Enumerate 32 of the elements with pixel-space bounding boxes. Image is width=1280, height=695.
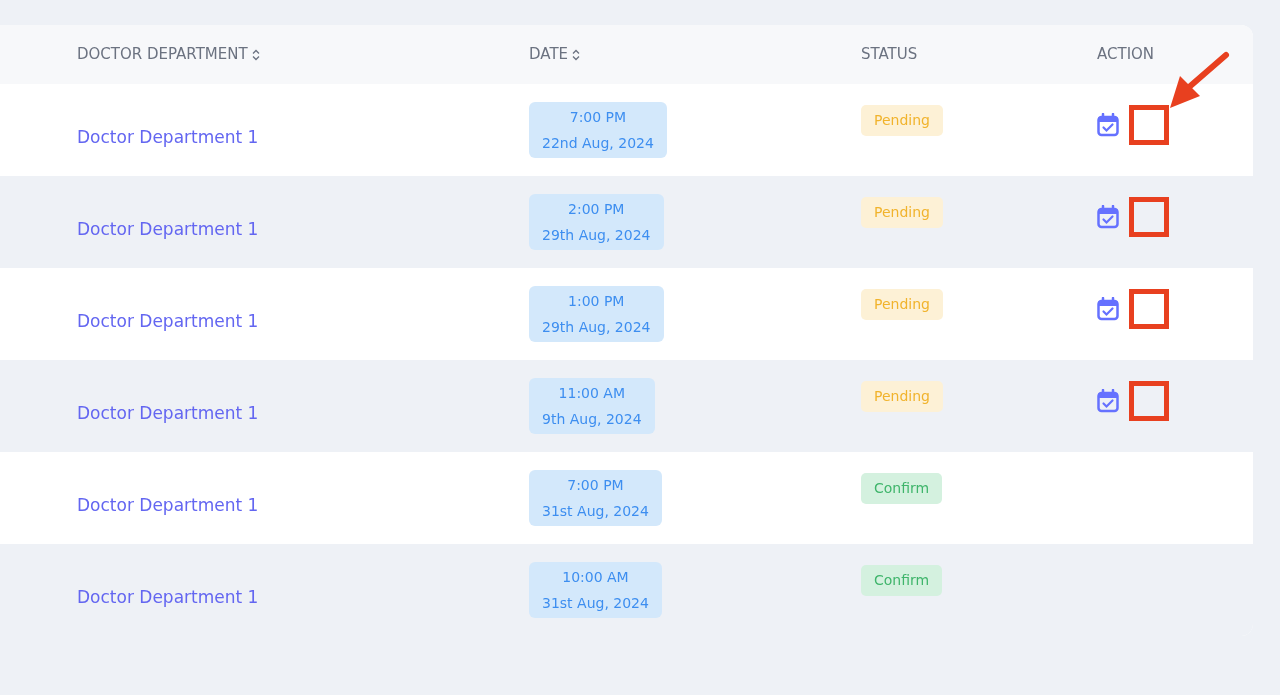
column-header[interactable]: DOCTOR DEPARTMENT xyxy=(77,43,248,66)
column-header: ACTION xyxy=(1097,44,1155,66)
status-badge: Confirm xyxy=(861,472,943,504)
calendar-check-icon[interactable] xyxy=(1097,205,1119,229)
status-badge: Pending xyxy=(861,196,943,228)
calendar-check-icon[interactable] xyxy=(1097,389,1119,413)
highlight-box xyxy=(1129,197,1169,237)
date-badge: 7:00 PM 22nd Aug, 2024 xyxy=(529,102,667,158)
status-badge: Pending xyxy=(861,104,943,136)
date-badge: 2:00 PM 29th Aug, 2024 xyxy=(529,194,664,250)
highlight-box xyxy=(1129,105,1169,145)
date-badge: 11:00 AM 9th Aug, 2024 xyxy=(529,378,655,434)
date-badge: 1:00 PM 29th Aug, 2024 xyxy=(529,286,664,342)
department-link[interactable]: Doctor Department 1 xyxy=(0,385,529,427)
department-link[interactable]: Doctor Department 1 xyxy=(0,477,529,519)
column-header[interactable]: DATE xyxy=(529,43,569,66)
status-badge: Confirm xyxy=(861,564,943,596)
department-link[interactable]: Doctor Department 1 xyxy=(0,569,529,611)
sort-icon[interactable] xyxy=(572,48,581,61)
highlight-box xyxy=(1129,289,1169,329)
department-link[interactable]: Doctor Department 1 xyxy=(0,109,529,151)
status-badge: Pending xyxy=(861,288,943,320)
date-badge: 7:00 PM 31st Aug, 2024 xyxy=(529,470,662,526)
column-header: STATUS xyxy=(861,44,918,66)
sort-icon[interactable] xyxy=(251,48,260,61)
calendar-check-icon[interactable] xyxy=(1097,113,1119,137)
department-link[interactable]: Doctor Department 1 xyxy=(0,201,529,243)
date-badge: 10:00 AM 31st Aug, 2024 xyxy=(529,562,662,618)
department-link[interactable]: Doctor Department 1 xyxy=(0,293,529,335)
highlight-box xyxy=(1129,381,1169,421)
calendar-check-icon[interactable] xyxy=(1097,297,1119,321)
status-badge: Pending xyxy=(861,380,943,412)
